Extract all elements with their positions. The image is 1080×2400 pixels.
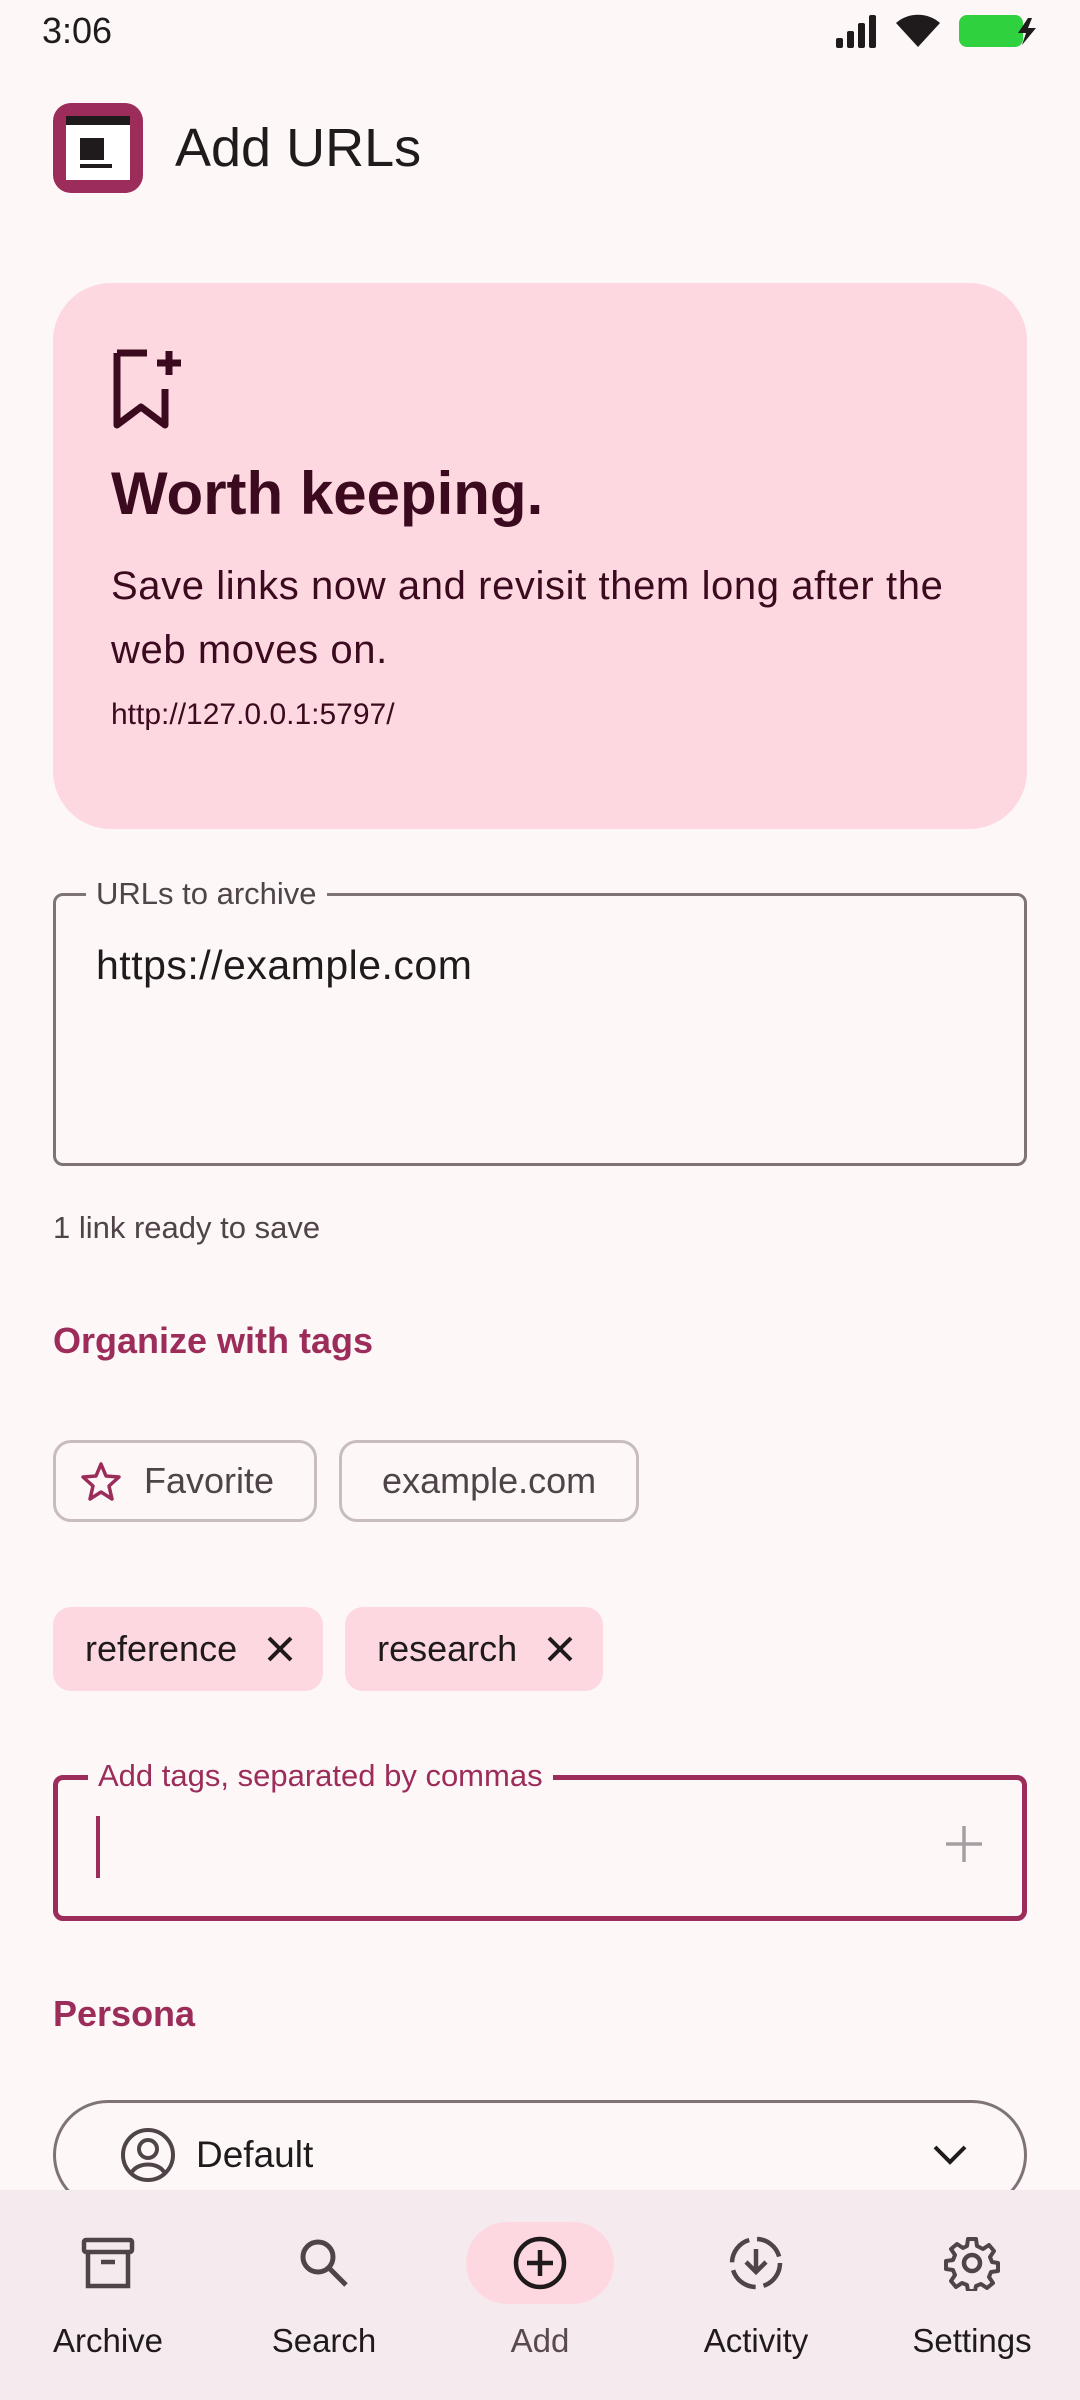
signal-icon <box>836 15 876 48</box>
close-icon[interactable] <box>265 1634 295 1664</box>
hero-card: Worth keeping. Save links now and revisi… <box>53 283 1027 829</box>
persona-section-title: Persona <box>53 1993 196 2034</box>
text-cursor <box>96 1816 100 1878</box>
nav-label: Archive <box>52 2322 164 2359</box>
tags-input[interactable]: Add tags, separated by commas <box>53 1758 1027 1921</box>
urls-textarea[interactable]: URLs to archive https://example.com <box>53 876 1027 1166</box>
star-icon <box>80 1461 122 1501</box>
archive-icon <box>34 2222 182 2304</box>
gear-icon <box>898 2222 1046 2304</box>
nav-label: Settings <box>912 2322 1032 2359</box>
tag-chip-label: reference <box>85 1628 238 1669</box>
chip-example-com[interactable]: example.com <box>339 1440 640 1522</box>
nav-activity[interactable]: Activity <box>648 2190 864 2400</box>
add-circle-icon <box>466 2222 614 2304</box>
urls-helper-text: 1 link ready to save <box>53 1210 321 1245</box>
urls-field-label: URLs to archive <box>86 876 327 912</box>
tag-chip-label: research <box>377 1628 518 1669</box>
download-progress-icon <box>682 2222 830 2304</box>
add-tag-icon[interactable] <box>944 1824 984 1864</box>
page-title: Add URLs <box>175 118 422 178</box>
tags-input-label: Add tags, separated by commas <box>88 1758 553 1794</box>
app-logo <box>53 103 143 193</box>
tags-section-title: Organize with tags <box>53 1320 374 1361</box>
hero-title: Worth keeping. <box>111 460 544 527</box>
tag-chip-reference[interactable]: reference <box>53 1607 324 1691</box>
chip-favorite-label: Favorite <box>144 1460 275 1501</box>
server-url: http://127.0.0.1:5797/ <box>111 698 395 731</box>
account-circle-icon <box>121 2128 175 2182</box>
search-icon <box>250 2222 398 2304</box>
nav-add[interactable]: Add <box>432 2190 648 2400</box>
hero-body: Save links now and revisit them long aft… <box>111 564 944 672</box>
nav-settings[interactable]: Settings <box>864 2190 1080 2400</box>
bottom-navigation: Archive Search Add Activity Settings <box>0 2190 1080 2400</box>
nav-archive[interactable]: Archive <box>0 2190 216 2400</box>
status-time: 3:06 <box>42 10 113 51</box>
chevron-down-icon <box>933 2145 967 2165</box>
nav-label: Add <box>510 2322 570 2359</box>
battery-charging-icon <box>959 15 1036 47</box>
tag-chip-research[interactable]: research <box>345 1607 604 1691</box>
status-bar: 3:06 <box>0 0 1080 62</box>
tag-suggestions: Favorite example.com <box>53 1440 640 1522</box>
nav-label: Search <box>271 2322 377 2359</box>
urls-value: https://example.com <box>96 942 473 988</box>
close-icon[interactable] <box>545 1634 575 1664</box>
bookmark-add-icon <box>113 349 181 429</box>
nav-label: Activity <box>703 2322 809 2359</box>
app-bar: Add URLs <box>0 100 1080 196</box>
persona-value: Default <box>196 2134 314 2175</box>
wifi-icon <box>896 14 940 47</box>
chip-example-com-label: example.com <box>382 1460 597 1501</box>
chip-favorite[interactable]: Favorite <box>53 1440 318 1522</box>
selected-tags: reference research <box>53 1607 604 1691</box>
status-icons <box>834 13 1040 49</box>
nav-search[interactable]: Search <box>216 2190 432 2400</box>
